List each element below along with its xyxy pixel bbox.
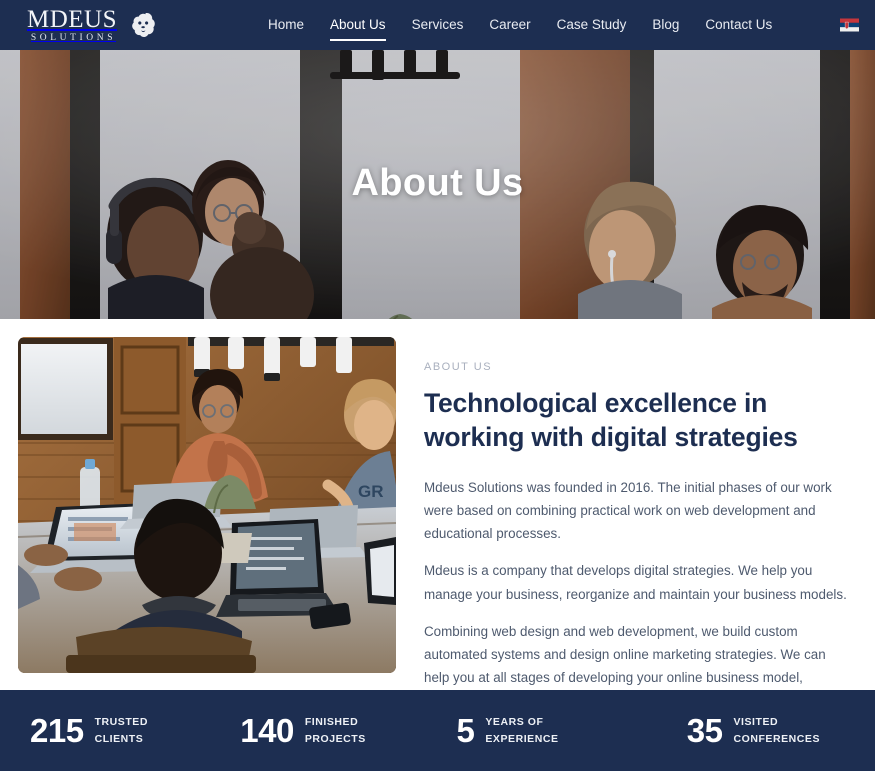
stat-finished-projects: 140 Finished Projects — [218, 714, 428, 747]
stat-trusted-clients: 215 Trusted Clients — [0, 714, 218, 747]
nav-item-contact-us[interactable]: Contact Us — [692, 0, 785, 50]
nav-item-blog[interactable]: Blog — [639, 0, 692, 50]
about-section: GR ABOUT US Technological excellence in … — [0, 319, 875, 754]
stat-number: 5 — [456, 712, 475, 749]
svg-text:GR: GR — [358, 482, 384, 501]
stats-bar: 215 Trusted Clients 140 Finished Project… — [0, 690, 875, 771]
lion-head-icon — [125, 8, 159, 42]
stat-number: 140 — [240, 712, 294, 749]
stat-label: Years of Experience — [485, 716, 559, 745]
stat-years-of-experience: 5 Years of Experience — [429, 714, 645, 747]
main-navigation: Home About Us Services Career Case Study… — [255, 0, 785, 50]
page-root: MDEUS SOLUTIONS Home About Us Services C… — [0, 0, 875, 771]
page-title: About Us — [351, 162, 524, 204]
nav-item-services[interactable]: Services — [399, 0, 477, 50]
about-paragraph-2: Mdeus is a company that develops digital… — [424, 563, 847, 602]
logo-wordmark: MDEUS SOLUTIONS — [27, 7, 117, 44]
stat-number: 215 — [30, 712, 84, 749]
about-heading: Technological excellence in working with… — [424, 388, 798, 453]
nav-item-home[interactable]: Home — [255, 0, 317, 50]
stat-label: Finished Projects — [304, 716, 366, 745]
hero-banner: About Us — [0, 50, 875, 319]
logo-main-text: MDEUS — [27, 5, 118, 33]
serbian-flag-icon[interactable] — [840, 18, 859, 32]
stat-label: Trusted Clients — [94, 716, 148, 745]
about-image: GR — [18, 337, 396, 673]
nav-item-about-us[interactable]: About Us — [317, 0, 399, 50]
stat-label: Visited Conferences — [733, 716, 821, 745]
about-paragraph-1: Mdeus Solutions was founded in 2016. The… — [424, 480, 832, 542]
site-logo[interactable]: MDEUS SOLUTIONS — [27, 7, 159, 44]
site-header: MDEUS SOLUTIONS Home About Us Services C… — [0, 0, 875, 50]
stat-number: 35 — [686, 712, 723, 749]
nav-item-career[interactable]: Career — [476, 0, 543, 50]
stat-visited-conferences: 35 Visited Conferences — [645, 714, 875, 747]
about-copy: ABOUT US Technological excellence in wor… — [424, 337, 861, 754]
section-eyebrow: ABOUT US — [424, 361, 493, 373]
logo-sub-text: SOLUTIONS — [30, 32, 117, 43]
nav-item-case-study[interactable]: Case Study — [544, 0, 640, 50]
